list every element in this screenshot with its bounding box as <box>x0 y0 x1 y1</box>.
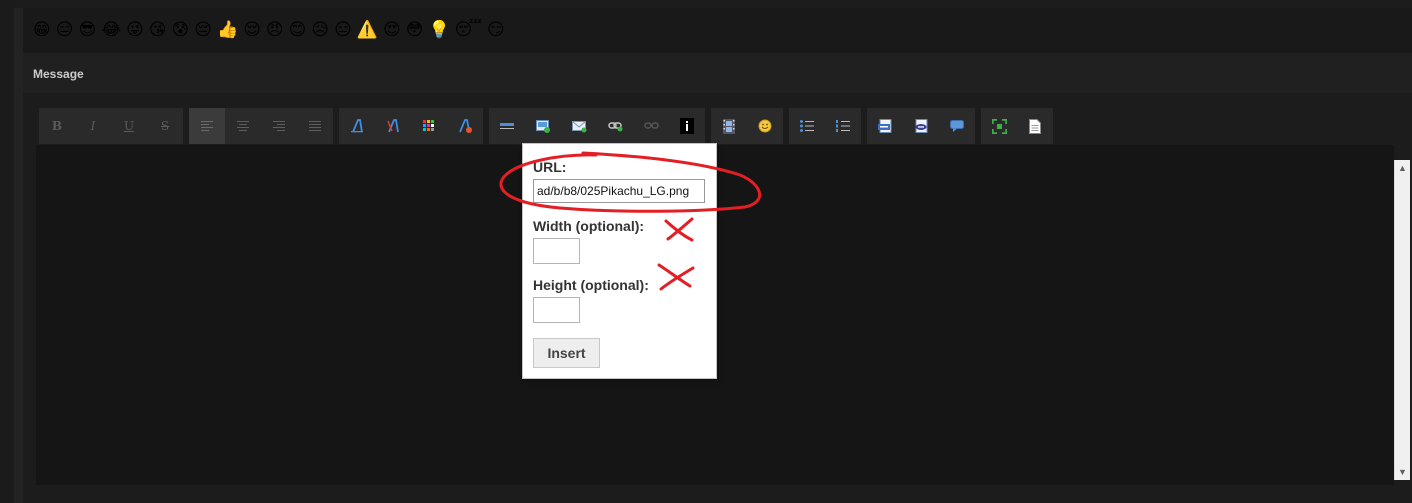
view-group <box>981 108 1053 144</box>
width-input[interactable] <box>533 238 580 264</box>
unlink-button[interactable] <box>633 108 669 144</box>
text-style-group: B I U S <box>39 108 183 144</box>
view-source-button[interactable] <box>1017 108 1053 144</box>
font-icon <box>351 119 363 133</box>
emoji-bar: 😁 😑 😎 😂 😜 😘 😰 😔 👍 😌 😠 😊 😥 😑 ⚠️ 😍 😳 💡 😴 😏 <box>23 8 1412 53</box>
bold-button[interactable]: B <box>39 108 75 144</box>
font-size-icon <box>387 119 399 133</box>
editor-scrollbar[interactable]: ▲ ▼ <box>1394 160 1410 480</box>
emoji-smirk[interactable]: 😏 <box>487 22 505 39</box>
emoji-unamused[interactable]: 😑 <box>334 22 352 39</box>
align-center-button[interactable] <box>225 108 261 144</box>
font-group <box>339 108 483 144</box>
insert-emoticon-button[interactable] <box>747 108 783 144</box>
insert-info-button[interactable] <box>669 108 705 144</box>
emoji-sunglasses[interactable]: 😎 <box>78 22 96 39</box>
insert-image-dialog: URL: Width (optional): Height (optional)… <box>522 143 717 379</box>
scroll-down-arrow[interactable]: ▼ <box>1395 464 1410 480</box>
emoji-sleeping[interactable]: 😴 <box>455 22 482 39</box>
align-right-button[interactable] <box>261 108 297 144</box>
emoji-blush[interactable]: 😊 <box>289 22 307 39</box>
emoji-warning[interactable]: ⚠️ <box>357 22 378 39</box>
height-label: Height (optional): <box>533 277 649 293</box>
url-label: URL: <box>533 159 567 175</box>
underline-button[interactable]: U <box>111 108 147 144</box>
link-icon <box>607 122 622 132</box>
php-icon <box>915 118 927 133</box>
unlink-icon <box>643 122 659 129</box>
insert-php-button[interactable] <box>903 108 939 144</box>
emoji-heart-eyes[interactable]: 😍 <box>383 22 401 39</box>
insert-image-button[interactable] <box>525 108 561 144</box>
emoji-relieved[interactable]: 😌 <box>243 22 261 39</box>
insert-email-button[interactable] <box>561 108 597 144</box>
bullet-list-button[interactable] <box>789 108 825 144</box>
emoji-flushed[interactable]: 😳 <box>406 22 424 39</box>
emoji-kiss[interactable]: 😘 <box>149 22 167 39</box>
emoji-angry[interactable]: 😠 <box>266 22 284 39</box>
emoji-cold-sweat[interactable]: 😰 <box>172 22 190 39</box>
insert-group <box>489 108 705 144</box>
italic-button[interactable]: I <box>75 108 111 144</box>
message-header: Message <box>23 53 1412 93</box>
strikethrough-button[interactable]: S <box>147 108 183 144</box>
width-label: Width (optional): <box>533 218 645 234</box>
font-size-button[interactable] <box>375 108 411 144</box>
font-name-button[interactable] <box>339 108 375 144</box>
numbered-list-button[interactable] <box>825 108 861 144</box>
align-justify-icon <box>309 121 321 131</box>
quote-icon <box>950 119 964 132</box>
left-border <box>0 0 14 503</box>
color-palette-icon <box>423 120 434 131</box>
film-icon <box>723 118 735 134</box>
emoji-pensive[interactable]: 😔 <box>194 22 212 39</box>
info-icon <box>680 118 694 134</box>
alignment-group <box>189 108 333 144</box>
emoji-grin[interactable]: 😁 <box>33 22 51 39</box>
code-icon <box>877 118 891 133</box>
editor-toolbar: B I U S <box>39 108 1402 144</box>
emoji-expressionless[interactable]: 😑 <box>56 22 74 39</box>
insert-code-button[interactable] <box>867 108 903 144</box>
align-left-icon <box>201 121 213 131</box>
image-icon <box>536 120 550 133</box>
media-group <box>711 108 783 144</box>
scroll-up-arrow[interactable]: ▲ <box>1395 160 1410 176</box>
emoji-sad[interactable]: 😥 <box>311 22 329 39</box>
align-center-icon <box>237 121 249 131</box>
bullet-list-icon <box>800 120 814 132</box>
url-input[interactable] <box>533 179 705 203</box>
align-justify-button[interactable] <box>297 108 333 144</box>
font-color-button[interactable] <box>411 108 447 144</box>
horizontal-rule-icon <box>500 123 514 129</box>
list-group <box>789 108 861 144</box>
height-input[interactable] <box>533 297 580 323</box>
top-border <box>14 0 1412 8</box>
align-left-button[interactable] <box>189 108 225 144</box>
smiley-icon <box>758 119 772 133</box>
insert-button[interactable]: Insert <box>533 338 600 368</box>
remove-format-button[interactable] <box>447 108 483 144</box>
align-right-icon <box>273 121 285 131</box>
email-icon <box>571 120 586 132</box>
document-icon <box>1029 118 1041 134</box>
maximize-icon <box>991 118 1007 134</box>
insert-quote-button[interactable] <box>939 108 975 144</box>
emoji-thumbs-up[interactable]: 👍 <box>217 22 238 39</box>
remove-format-icon <box>459 119 472 133</box>
insert-video-button[interactable] <box>711 108 747 144</box>
horizontal-rule-button[interactable] <box>489 108 525 144</box>
maximize-button[interactable] <box>981 108 1017 144</box>
block-group <box>867 108 975 144</box>
emoji-tongue-wink[interactable]: 😜 <box>126 22 144 39</box>
numbered-list-icon <box>836 120 850 132</box>
emoji-bulb[interactable]: 💡 <box>429 22 450 39</box>
insert-link-button[interactable] <box>597 108 633 144</box>
emoji-joy[interactable]: 😂 <box>101 22 121 39</box>
